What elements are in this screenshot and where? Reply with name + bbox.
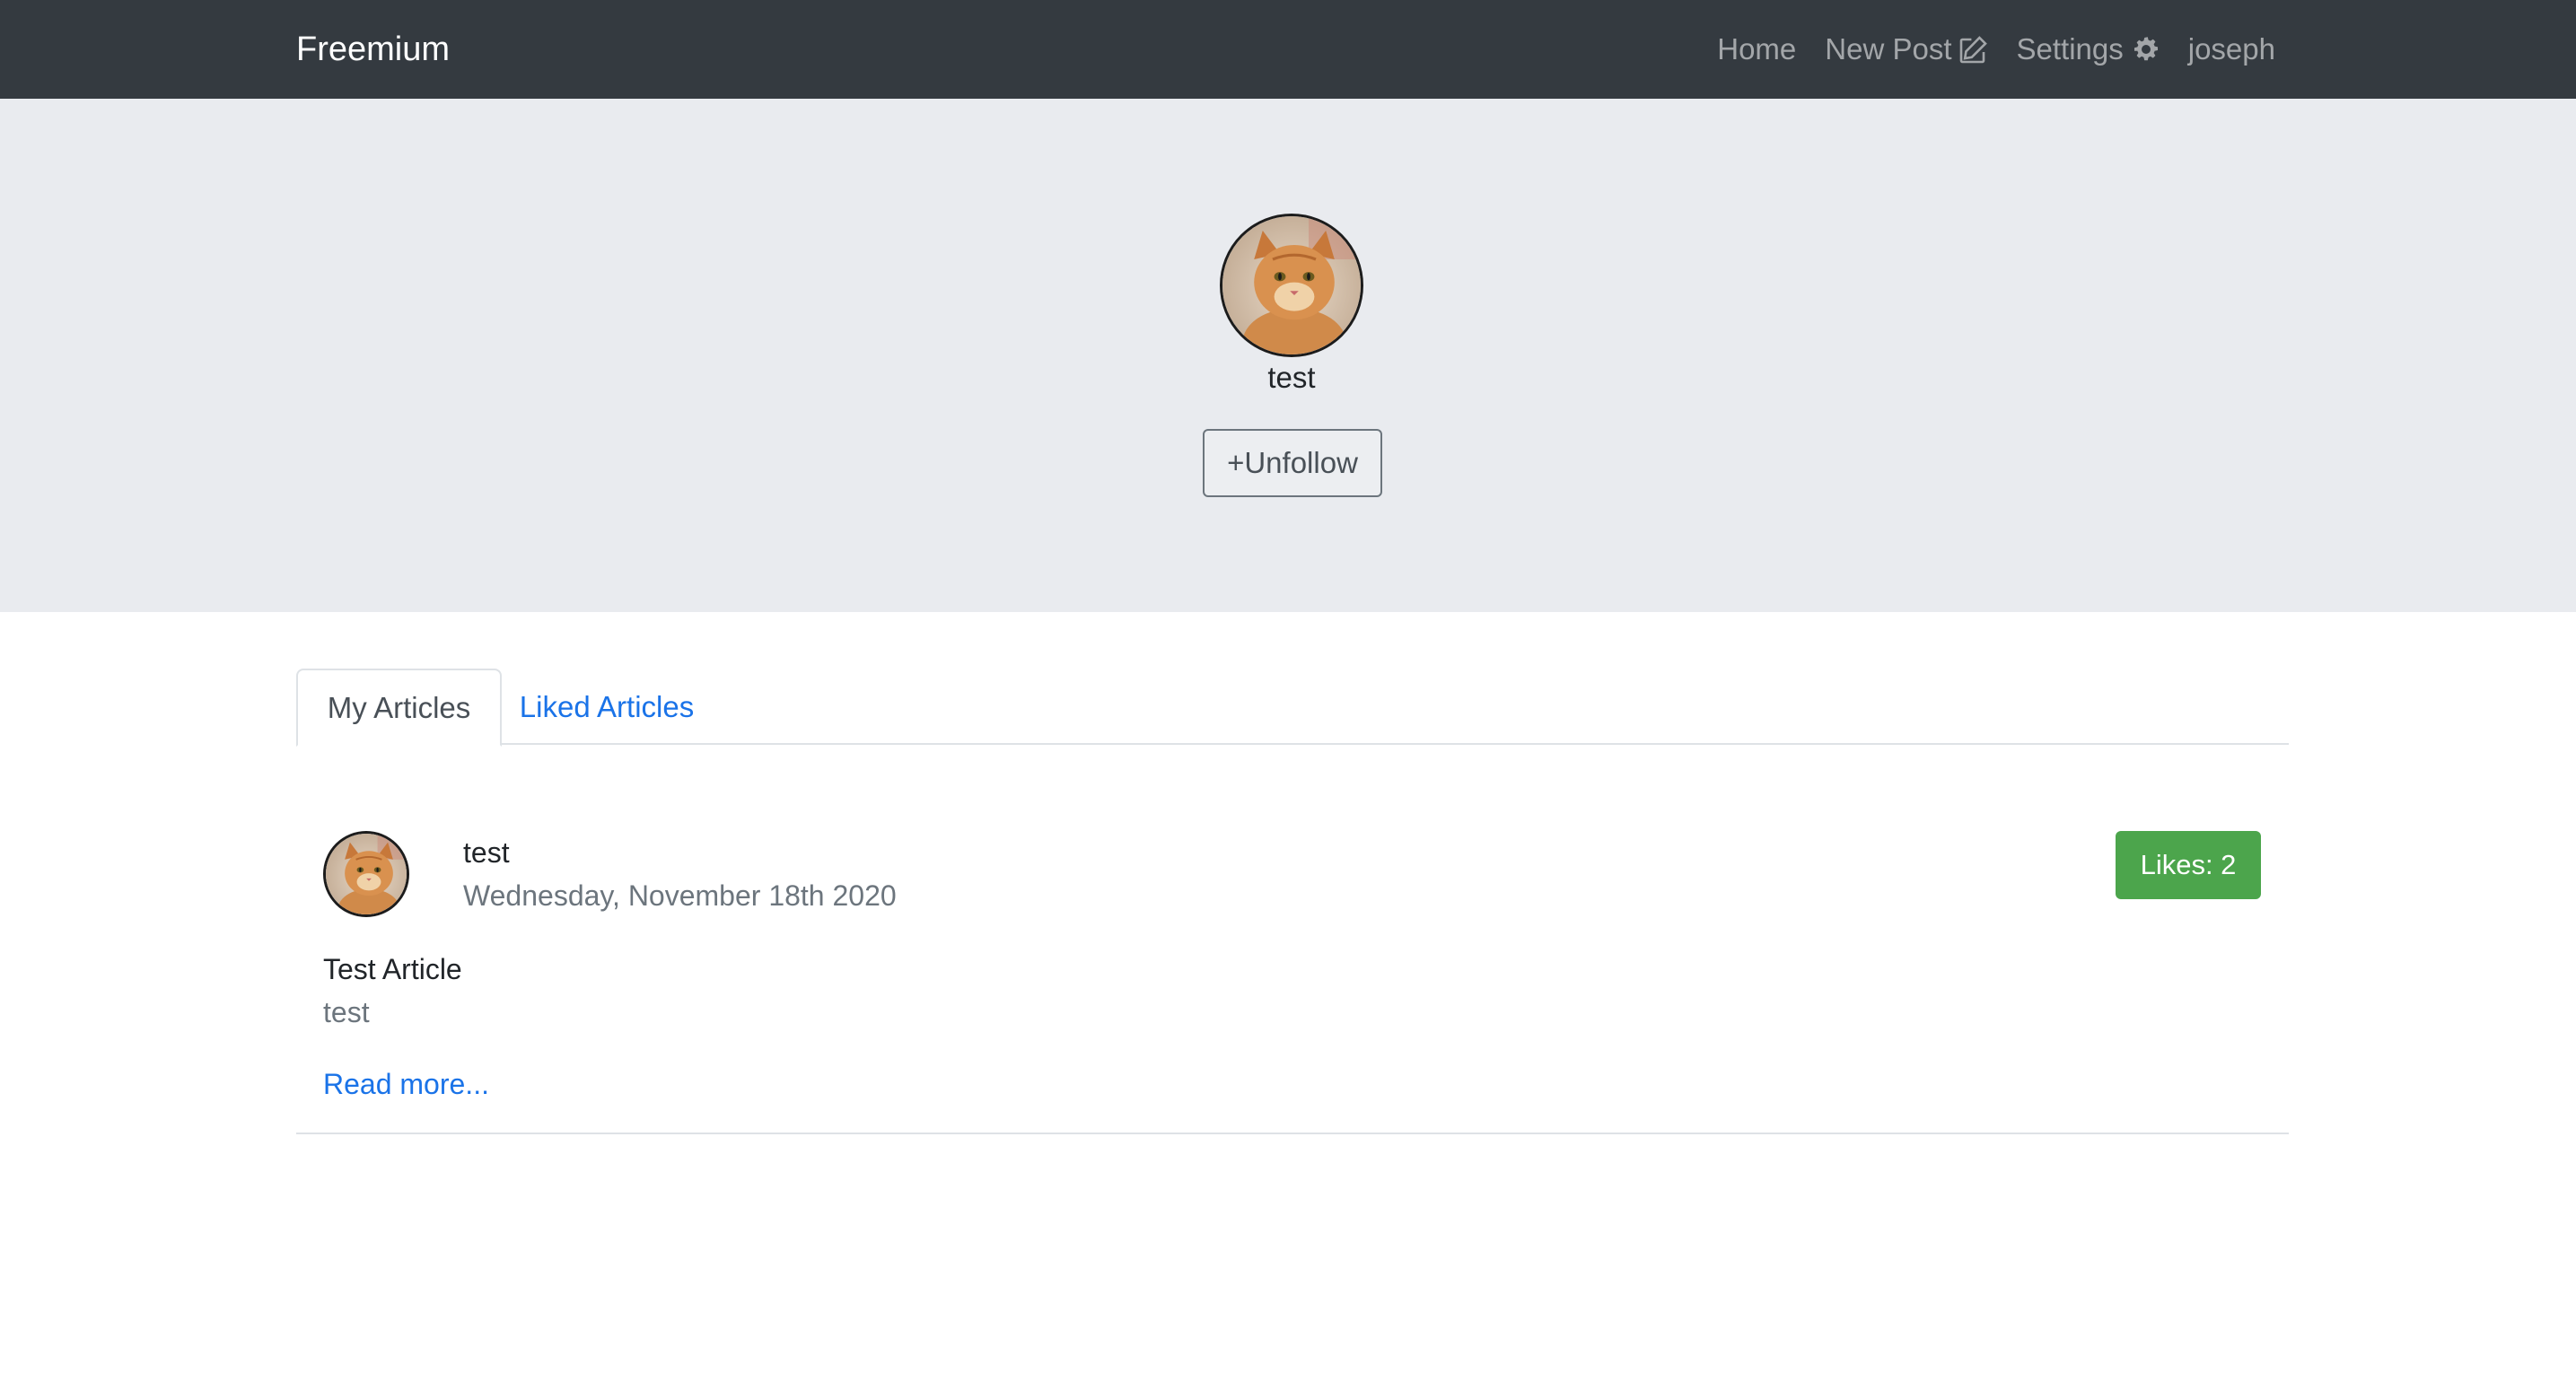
nav-new-post-label: New Post <box>1825 32 1952 66</box>
article-date: Wednesday, November 18th 2020 <box>463 879 897 912</box>
article-tabs: My Articles Liked Articles <box>296 669 2289 747</box>
nav-home-label: Home <box>1717 32 1797 66</box>
tab-my-articles[interactable]: My Articles <box>296 669 502 747</box>
nav-home-link[interactable]: Home <box>1717 32 1796 66</box>
cat-avatar-image <box>1222 216 1361 354</box>
nav-settings-link[interactable]: Settings <box>2017 32 2160 66</box>
tab-liked-articles[interactable]: Liked Articles <box>502 669 712 745</box>
nav-user-label: joseph <box>2187 32 2275 66</box>
article-title: Test Article <box>323 953 462 985</box>
article-author-avatar[interactable] <box>323 831 409 917</box>
nav-links: Home New Post Settings joseph <box>1717 0 2275 99</box>
brand-logo[interactable]: Freemium <box>296 0 450 99</box>
article-author-name[interactable]: test <box>463 836 510 870</box>
edit-icon <box>1959 35 1988 64</box>
navbar: Freemium Home New Post Settings joseph <box>0 0 2576 99</box>
likes-button[interactable]: Likes: 2 <box>2116 831 2261 899</box>
nav-settings-label: Settings <box>2016 32 2124 66</box>
unfollow-button[interactable]: +Unfollow <box>1203 429 1382 497</box>
read-more-link[interactable]: Read more... <box>323 1068 489 1101</box>
profile-header: test +Unfollow <box>0 99 2576 612</box>
nav-user-link[interactable]: joseph <box>2188 32 2275 66</box>
profile-avatar <box>1220 214 1363 357</box>
article-description: test <box>323 996 370 1028</box>
profile-username: test <box>1267 361 1316 394</box>
cat-avatar-image <box>326 834 407 914</box>
article-preview: test Wednesday, November 18th 2020 Likes… <box>296 781 2289 1134</box>
nav-new-post-link[interactable]: New Post <box>1825 32 1987 66</box>
gear-icon <box>2131 35 2160 64</box>
